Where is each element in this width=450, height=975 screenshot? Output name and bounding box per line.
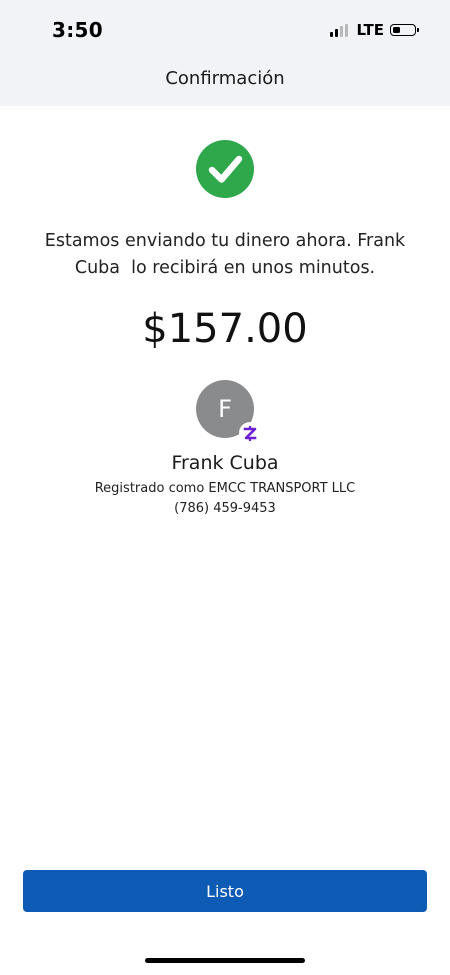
done-button[interactable]: Listo [23,870,427,912]
checkmark-circle-icon [196,140,254,198]
battery-icon [390,24,419,36]
zelle-icon [239,422,261,444]
recipient-registration: Registrado como EMCC TRANSPORT LLC [94,481,356,496]
battery-level [393,27,400,33]
status-bar: 3:50 LTE [0,0,450,56]
confirmation-message: Estamos enviando tu dinero ahora. Frank … [44,231,406,278]
transfer-amount: $157.00 [142,306,308,352]
header-area: 3:50 LTE Confirmación [0,0,450,106]
status-time: 3:50 [52,18,103,42]
page-title: Confirmación [165,68,285,89]
confirmation-screen: 3:50 LTE Confirmación Estamos enviando t… [0,0,450,975]
network-type: LTE [356,21,384,39]
status-indicators: LTE [330,21,419,39]
recipient-phone: (786) 459-9453 [174,501,276,516]
recipient-name: Frank Cuba [171,452,279,474]
home-indicator[interactable] [145,958,305,963]
signal-strength-icon [330,23,350,37]
